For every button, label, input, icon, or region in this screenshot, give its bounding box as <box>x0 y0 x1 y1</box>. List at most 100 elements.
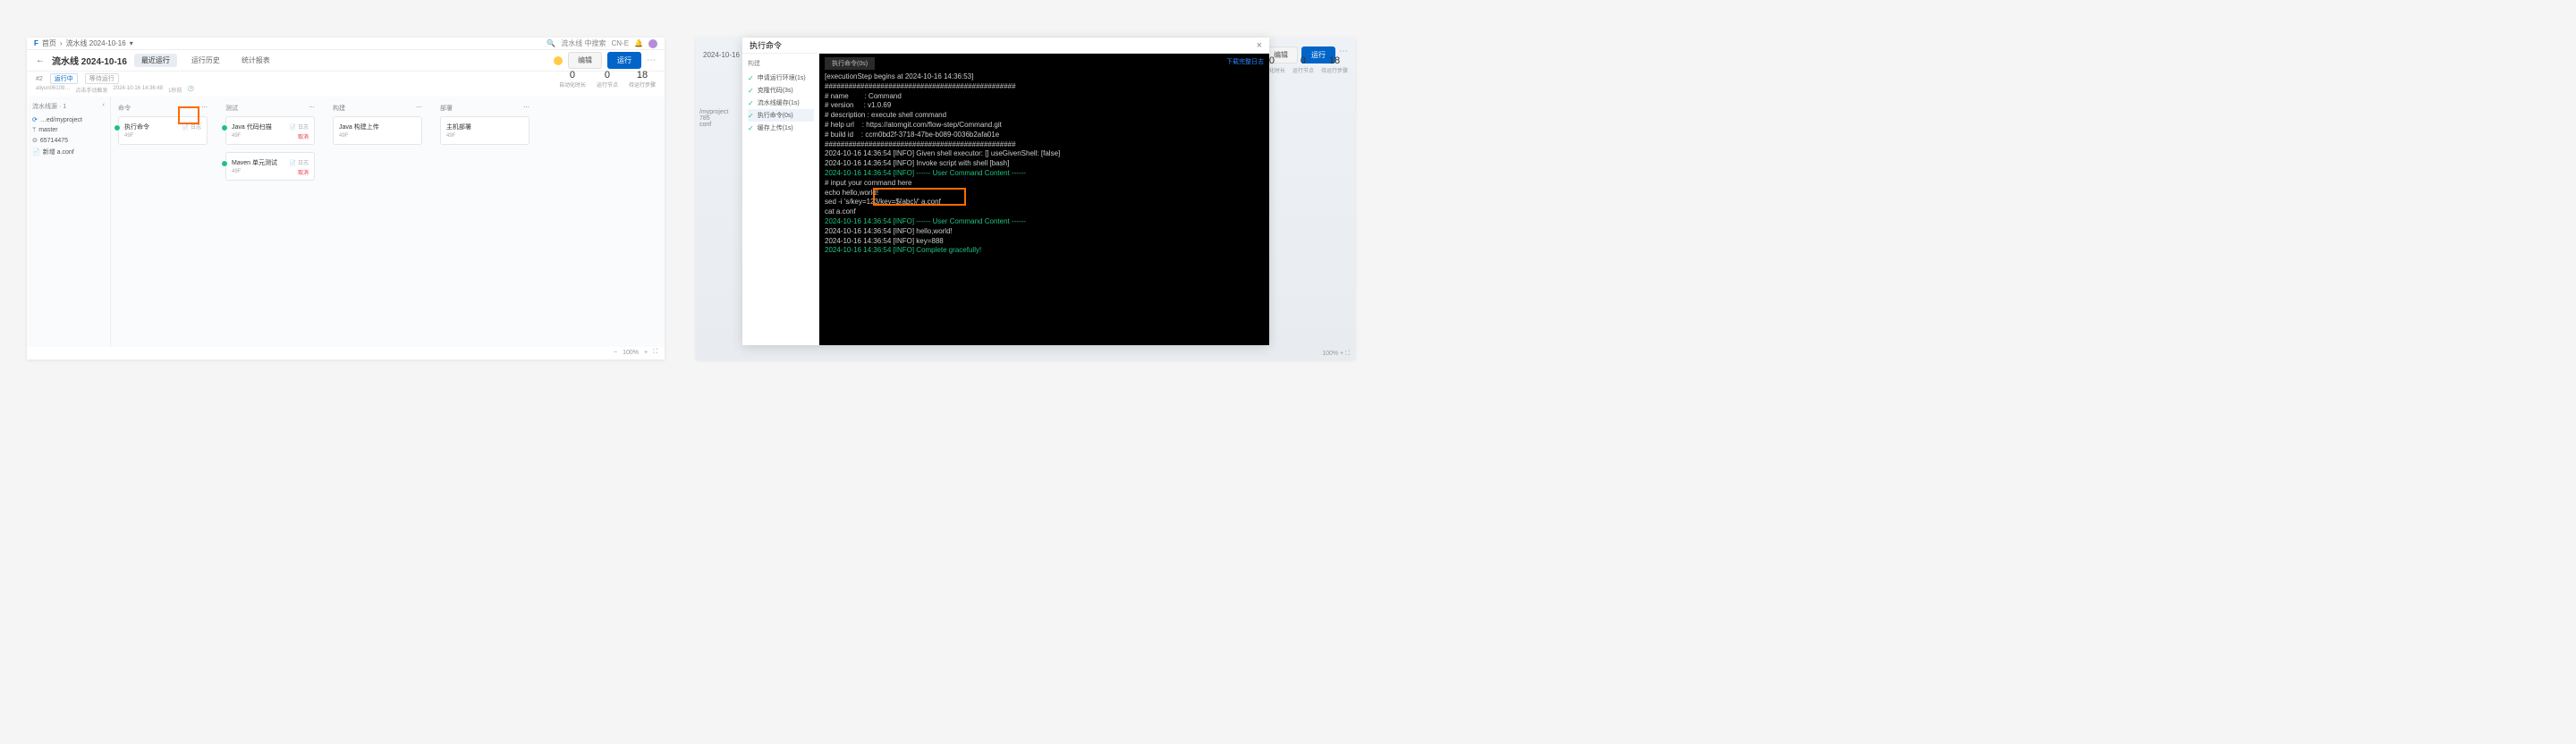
status-running: 运行中 <box>50 73 78 84</box>
stage-more-icon[interactable]: ⋯ <box>309 104 315 113</box>
pipeline-canvas[interactable]: 命令⋯ 执行命令 49F 📄 日志 测试⋯ Java 代码扫描 49F 📄 日 <box>111 97 665 347</box>
breadcrumb-home[interactable]: 首页 <box>42 38 56 48</box>
task-host-deploy[interactable]: 主机部署 49F <box>440 116 530 145</box>
source-commit[interactable]: ⊙65714475 <box>32 135 105 146</box>
lang-toggle[interactable]: CN-E <box>611 39 629 47</box>
run-button[interactable]: 运行 <box>607 52 641 69</box>
terminal-line: cat a.conf <box>825 207 1264 217</box>
run-info-row: #2 运行中 等待运行 0自动化时长 0运行节点 18待运行步骤 <box>27 72 665 86</box>
log-modal: 执行命令 × 构建 ✓申请运行环境(1s) ✓克隆代码(3s) ✓流水线缓存(1… <box>742 38 1269 345</box>
terminal-line: # help url : https://atomgit.com/flow-st… <box>825 121 1264 131</box>
source-repo[interactable]: ⟳…ed/myproject <box>32 114 105 125</box>
meta-ago: 1秒前 <box>168 86 182 97</box>
zoom-in-icon[interactable]: + <box>644 350 648 356</box>
check-icon: ✓ <box>748 74 754 82</box>
pipeline-panel: F 首页 › 流水线 2024-10-16 ▾ 🔍 流水线 中搜索 CN-E 🔔… <box>27 38 665 359</box>
task-maven-test[interactable]: Maven 单元测试 49F 📄 日志 取消 <box>225 152 315 181</box>
step-list: 构建 ✓申请运行环境(1s) ✓克隆代码(3s) ✓流水线缓存(1s) ✓执行命… <box>742 54 819 345</box>
status-dot-icon <box>114 124 121 131</box>
search-icon[interactable]: 🔍 <box>547 39 555 47</box>
terminal-line: # description : execute shell command <box>825 111 1264 121</box>
status-waiting: 等待运行 <box>85 73 119 84</box>
stat-item: 0运行节点 <box>597 70 618 89</box>
task-log-link[interactable]: 📄 日志 <box>290 123 309 131</box>
blur-stat: 0运行节点 <box>1292 55 1314 74</box>
close-icon[interactable]: × <box>1257 40 1262 51</box>
search-text[interactable]: 流水线 中搜索 <box>561 38 606 48</box>
edit-button[interactable]: 编辑 <box>568 52 602 69</box>
stat-item: 0自动化时长 <box>559 70 586 89</box>
blur-side-item: conf <box>699 122 728 128</box>
stage-command: 命令⋯ 执行命令 49F 📄 日志 <box>118 104 208 188</box>
run-number: #2 <box>36 76 43 82</box>
terminal-line: 2024-10-16 14:36:54 [INFO] hello,world! <box>825 227 1264 237</box>
zoom-control[interactable]: − 100% + ⛶ <box>614 349 657 356</box>
terminal-line: # version : v1.0.69 <box>825 101 1264 111</box>
meta-trigger: 点击手动触发 <box>75 86 107 97</box>
task-cancel-link[interactable]: 取消 <box>298 132 309 140</box>
source-sidebar: 流水线源 · 1 ‹ ⟳…ed/myproject ᛘmaster ⊙657144… <box>27 97 111 347</box>
status-badge-icon <box>554 56 563 65</box>
status-dot-icon <box>221 124 228 131</box>
page-title: 流水线 2024-10-16 <box>52 54 127 67</box>
blur-crumb: 2024-10-16 <box>703 51 740 59</box>
terminal-line: sed -i 's/key=123/key=${abc}/' a.conf <box>825 198 1264 207</box>
zoom-control[interactable]: 100% + ⛶ <box>1322 351 1350 358</box>
user-avatar[interactable] <box>648 39 657 48</box>
terminal-line: 2024-10-16 14:36:54 [INFO] key=888 <box>825 237 1264 247</box>
task-cancel-link[interactable]: 取消 <box>298 168 309 176</box>
tab-stats[interactable]: 统计报表 <box>234 54 277 67</box>
source-msg: 📄新增 a.conf <box>32 146 105 158</box>
clock-icon: 🕐 <box>187 86 193 97</box>
top-breadcrumb: F 首页 › 流水线 2024-10-16 ▾ 🔍 流水线 中搜索 CN-E 🔔 <box>27 38 665 50</box>
step-list-title: 构建 <box>748 59 814 68</box>
stage-test: 测试⋯ Java 代码扫描 49F 📄 日志 取消 Maven 单元测试 49F… <box>225 104 315 188</box>
terminal-line: ########################################… <box>825 140 1264 150</box>
terminal-tab[interactable]: 执行命令(0s) <box>825 57 875 70</box>
terminal-line: echo hello,world! <box>825 189 1264 199</box>
step-item[interactable]: ✓申请运行环境(1s) <box>748 72 814 84</box>
title-row: ← 流水线 2024-10-16 最近运行 运行历史 统计报表 编辑 运行 ⋯ <box>27 50 665 72</box>
source-branch[interactable]: ᛘmaster <box>32 125 105 135</box>
sidebar-title: 流水线源 · 1 <box>32 102 66 111</box>
terminal-line: ########################################… <box>825 82 1264 92</box>
terminal-line: 2024-10-16 14:36:54 [INFO] ------ User C… <box>825 169 1264 179</box>
download-log-link[interactable]: 下载完整日志 <box>1226 57 1264 66</box>
step-item[interactable]: ✓缓存上传(1s) <box>748 122 814 134</box>
modal-title: 执行命令 <box>750 39 782 51</box>
terminal-line: 2024-10-16 14:36:54 [INFO] Given shell e… <box>825 149 1264 159</box>
blur-side-item: 785 <box>699 115 728 122</box>
check-icon: ✓ <box>748 112 754 120</box>
task-java-build[interactable]: Java 构建上传 49F <box>333 116 422 145</box>
meta-time: 2024-10-16 14:36:48 <box>113 86 163 97</box>
more-icon[interactable]: ⋯ <box>647 55 656 65</box>
meta-user: aliyun06109… <box>36 86 70 97</box>
task-log-link[interactable]: 📄 日志 <box>182 123 201 131</box>
step-item[interactable]: ✓流水线缓存(1s) <box>748 97 814 109</box>
zoom-out-icon[interactable]: − <box>614 350 617 356</box>
terminal-line: [executionStep begins at 2024-10-16 14:3… <box>825 72 1264 82</box>
terminal[interactable]: 执行命令(0s) 下载完整日志 [executionStep begins at… <box>819 54 1269 345</box>
stage-more-icon[interactable]: ⋯ <box>416 104 422 113</box>
collapse-icon[interactable]: ‹ <box>103 102 105 111</box>
task-log-link[interactable]: 📄 日志 <box>290 158 309 166</box>
step-item-active[interactable]: ✓执行命令(0s) <box>748 109 814 122</box>
back-icon[interactable]: ← <box>36 55 45 65</box>
check-icon: ✓ <box>748 99 754 107</box>
terminal-line: # name : Command <box>825 92 1264 102</box>
stat-item: 18待运行步骤 <box>629 70 656 89</box>
stage-more-icon[interactable]: ⋯ <box>201 104 208 113</box>
tab-recent[interactable]: 最近运行 <box>134 54 177 67</box>
breadcrumb-item[interactable]: 流水线 2024-10-16 <box>66 38 126 48</box>
task-exec-cmd[interactable]: 执行命令 49F 📄 日志 <box>118 116 208 145</box>
terminal-line: 2024-10-16 14:36:54 [INFO] Complete grac… <box>825 246 1264 256</box>
step-item[interactable]: ✓克隆代码(3s) <box>748 84 814 97</box>
fullscreen-icon[interactable]: ⛶ <box>653 349 657 356</box>
status-dot-icon <box>221 160 228 167</box>
task-java-scan[interactable]: Java 代码扫描 49F 📄 日志 取消 <box>225 116 315 145</box>
log-panel: 2024-10-16 编辑 运行 ⋯ 0自动化时长 0运行节点 18待运行步骤 … <box>696 38 1355 359</box>
stage-more-icon[interactable]: ⋯ <box>523 104 530 113</box>
tab-history[interactable]: 运行历史 <box>184 54 227 67</box>
terminal-line: # build id : ccm0bd2f-3718-47be-b089-003… <box>825 131 1264 140</box>
notif-icon[interactable]: 🔔 <box>634 39 643 47</box>
